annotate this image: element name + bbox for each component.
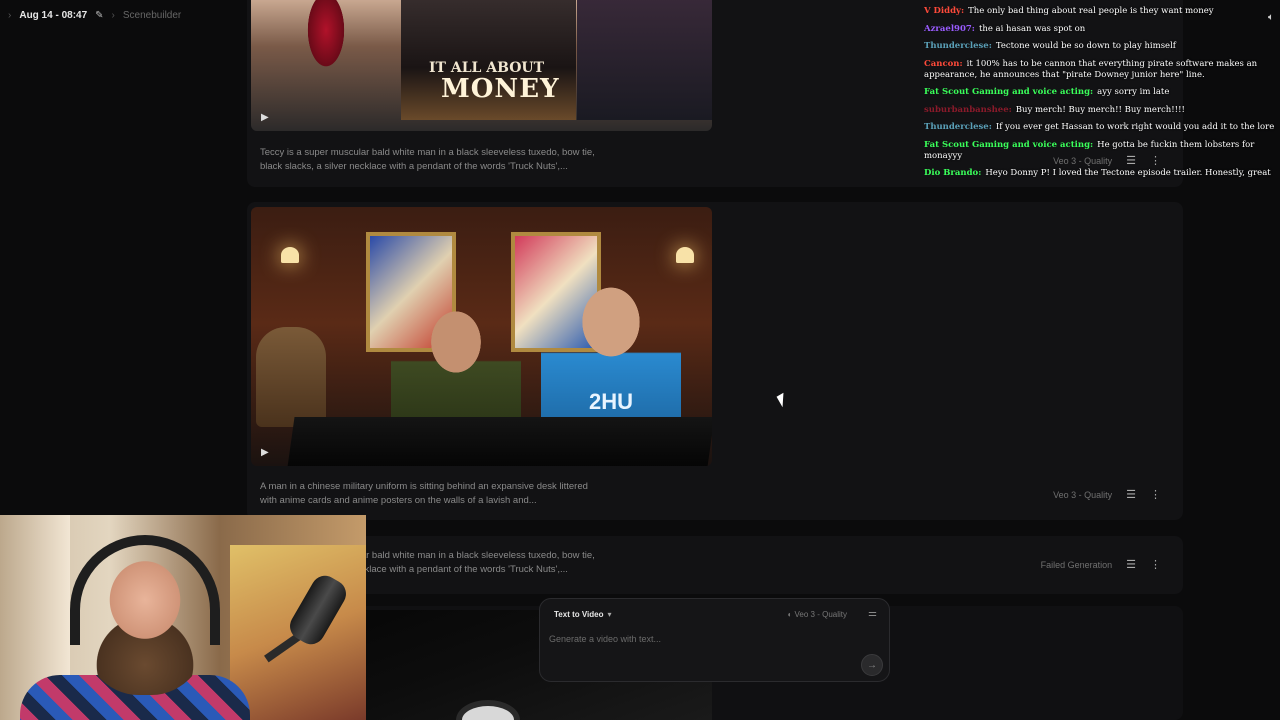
chat-message: Thunderclese: Tectone would be so down to… [924, 41, 1280, 52]
session-title[interactable]: Aug 14 - 08:47 [19, 10, 87, 21]
streamer-webcam [0, 515, 366, 720]
play-icon[interactable]: ▶ [261, 112, 269, 123]
chevron-right-icon[interactable]: › [8, 10, 11, 21]
failed-status: Failed Generation [1040, 559, 1113, 570]
model-label: Veo 3 - Quality [794, 610, 847, 619]
chat-text: ayy sorry im late [1097, 87, 1170, 97]
background-scene [577, 0, 712, 120]
project-name[interactable]: Scenebuilder [123, 10, 181, 21]
model-selector[interactable]: ◐ Veo 3 - Quality [787, 610, 847, 619]
chat-text: Heyo Donny P! I loved the Tectone episod… [985, 168, 1271, 178]
chat-message: Fat Scout Gaming and voice acting: He got… [924, 140, 1280, 162]
man-blue-shirt: 2HU [541, 277, 681, 427]
chat-message: Dio Brando: Heyo Donny P! I loved the Tec… [924, 168, 1280, 179]
generation-card: 2HU ▶ A man in a chinese military unifor… [247, 202, 1183, 520]
video-thumbnail[interactable]: IT ALL ABOUT MONEY ▶ [251, 0, 712, 131]
wall-lamp [281, 247, 299, 263]
caret-down-icon: ▾ [607, 610, 612, 619]
chat-message: Fat Scout Gaming and voice acting: ayy so… [924, 87, 1280, 98]
speaker-icon[interactable]: 🔈︎ [1268, 12, 1274, 23]
edit-pencil-icon[interactable]: ✎ [95, 10, 103, 21]
send-arrow-icon[interactable]: → [861, 654, 883, 676]
desk [287, 417, 712, 466]
generation-card-failed: Teccy is a super muscular bald white man… [247, 536, 1183, 594]
list-settings-icon[interactable]: ☰ [1126, 488, 1136, 501]
headphones [70, 535, 220, 645]
list-settings-icon[interactable]: ☰ [1126, 558, 1136, 571]
live-chat-overlay: V Diddy: The only bad thing about real pe… [924, 6, 1280, 186]
chevron-right-icon: › [111, 10, 115, 21]
settings-sliders-icon[interactable]: ⚌ [868, 608, 877, 619]
chat-username: Cancon: [924, 58, 963, 69]
chat-username: Thunderclese: [924, 41, 992, 51]
prompt-composer: Text to Video▾ ◐ Veo 3 - Quality ⚌ → [539, 598, 890, 682]
prompt-caption[interactable]: Teccy is a super muscular bald white man… [260, 146, 600, 174]
chat-message: Azrael907: the ai hasan was spot on [924, 24, 1280, 35]
prompt-input[interactable] [549, 631, 849, 647]
chat-username: Fat Scout Gaming and voice acting: [924, 139, 1094, 150]
mode-dropdown[interactable]: Text to Video ▾ [554, 610, 612, 619]
chat-text: the ai hasan was spot on [978, 23, 1086, 34]
mode-label: Text to Video [554, 610, 604, 619]
model-label: Veo 3 - Quality [1053, 489, 1113, 500]
more-vert-icon[interactable]: ⋮ [1150, 558, 1161, 571]
chat-username: Thunderclese: [924, 122, 992, 132]
card-meta: Failed Generation ☰ ⋮ [1041, 558, 1161, 571]
movie-poster: IT ALL ABOUT MONEY [401, 0, 576, 120]
speaker-icon: ◐ [787, 610, 795, 619]
microphone [260, 555, 352, 675]
armchair [256, 327, 326, 427]
chat-text: Buy merch! Buy merch!! Buy merch!!!! [1015, 104, 1185, 115]
military-man [391, 302, 521, 432]
chat-username: V Diddy: [924, 6, 965, 16]
chat-text: The only bad thing about real people is … [968, 6, 1214, 16]
card-meta: Veo 3 - Quality ☰ ⋮ [1053, 488, 1161, 501]
chat-username: Fat Scout Gaming and voice acting: [924, 87, 1094, 97]
shirt-text: 2HU [589, 389, 634, 414]
chat-username: suburbanbanshee: [924, 104, 1012, 115]
more-vert-icon[interactable]: ⋮ [1150, 488, 1161, 501]
wall-lamp [676, 247, 694, 263]
breadcrumb: › Aug 14 - 08:47 ✎ › Scenebuilder [8, 10, 181, 21]
chat-message: suburbanbanshee: Buy merch! Buy merch!! B… [924, 105, 1280, 116]
chat-message: Thunderclese: If you ever get Hassan to w… [924, 122, 1280, 133]
chat-message: Cancon: it 100% has to be cannon that eve… [924, 59, 1280, 81]
chat-text: Tectone would be so down to play himself [995, 41, 1176, 51]
chat-username: Azrael907: [924, 23, 975, 34]
chat-text: it 100% has to be cannon that everything… [924, 58, 1258, 80]
wristwatch [456, 700, 520, 720]
chat-username: Dio Brando: [924, 168, 982, 178]
chat-message: V Diddy: The only bad thing about real pe… [924, 6, 1280, 17]
prompt-caption[interactable]: A man in a chinese military uniform is s… [260, 480, 600, 508]
play-icon[interactable]: ▶ [261, 447, 269, 458]
video-thumbnail[interactable]: 2HU ▶ [251, 207, 712, 466]
chat-text: If you ever get Hassan to work right wou… [995, 122, 1275, 132]
poster-title-line2: MONEY [441, 74, 560, 104]
